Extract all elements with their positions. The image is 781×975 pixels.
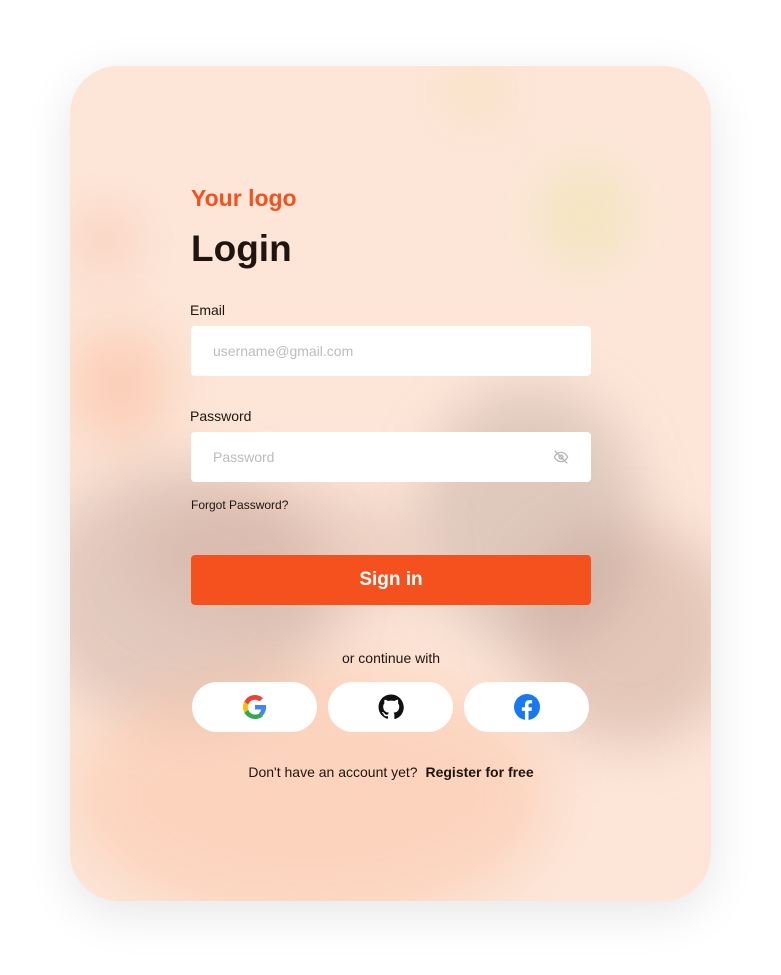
register-link[interactable]: Register for free xyxy=(425,764,533,780)
background-blur xyxy=(70,326,170,446)
facebook-icon xyxy=(513,694,540,720)
email-field[interactable] xyxy=(213,326,543,376)
password-label: Password xyxy=(190,408,252,424)
brand-logo: Your logo xyxy=(191,185,297,211)
google-signin-button[interactable] xyxy=(192,682,317,732)
password-field[interactable] xyxy=(213,432,543,482)
background-blur xyxy=(450,66,500,116)
register-row: Don't have an account yet? Register for … xyxy=(191,764,591,780)
page-title: Login xyxy=(191,228,292,269)
email-field-container xyxy=(191,326,591,376)
continue-with-text: or continue with xyxy=(341,650,441,666)
background-blur xyxy=(540,166,630,266)
register-prompt: Don't have an account yet? xyxy=(248,764,418,780)
background-blur xyxy=(80,216,130,266)
email-label: Email xyxy=(190,302,226,318)
google-icon xyxy=(242,695,266,719)
github-signin-button[interactable] xyxy=(328,682,453,732)
sign-in-button[interactable]: Sign in xyxy=(191,555,591,605)
password-field-container xyxy=(191,432,591,482)
github-icon xyxy=(378,694,404,720)
forgot-password-link[interactable]: Forgot Password? xyxy=(191,498,288,512)
facebook-signin-button[interactable] xyxy=(464,682,589,732)
eye-off-icon[interactable] xyxy=(553,449,569,465)
